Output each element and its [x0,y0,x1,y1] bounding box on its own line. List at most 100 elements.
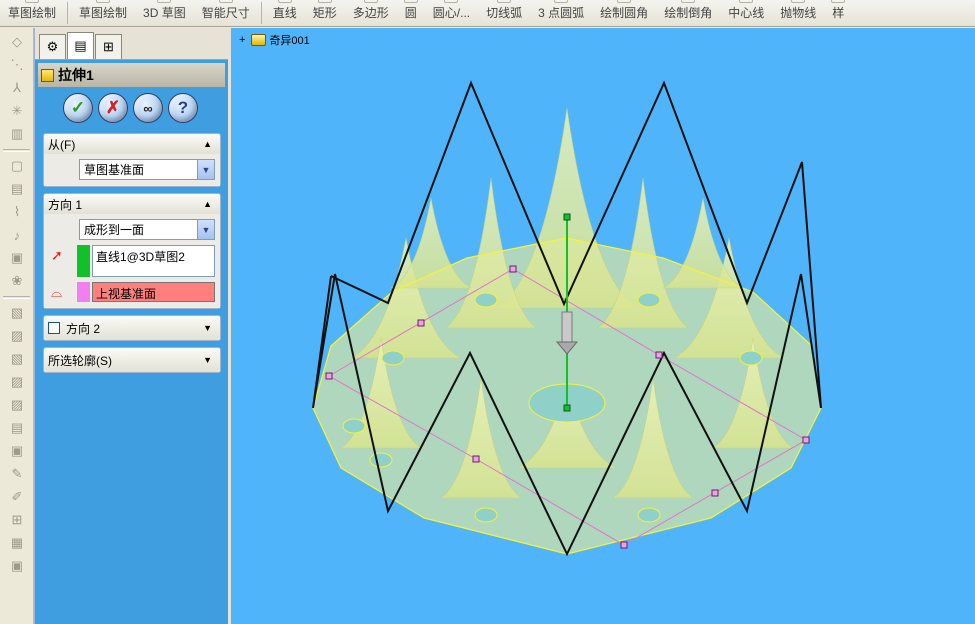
cancel-button[interactable]: ✗ [98,93,128,123]
feature-tool-icon[interactable]: ▨ [9,328,25,344]
feature-title-bar: 拉伸1 [38,63,225,87]
part-icon [251,34,267,46]
feature-tool-icon[interactable]: ✐ [9,489,25,505]
direction2-checkbox[interactable] [48,322,60,334]
from-group-header[interactable]: 从(F) ▲ [44,134,220,154]
feature-tool-icon[interactable]: ✳ [9,103,25,119]
tab-configuration-manager[interactable]: ⊞ [95,34,122,59]
drag-handle[interactable] [561,311,573,343]
feature-tool-icon[interactable]: ▥ [9,126,25,142]
toolbar-button[interactable]: 多边形 [345,0,397,26]
end-condition-value: 成形到一面 [84,223,145,237]
detailed-preview-button[interactable]: ∞ [133,93,163,123]
feature-tool-icon[interactable]: ▤ [9,181,25,197]
toolbar-label: 矩形 [312,6,337,20]
feature-tool-icon[interactable]: ▨ [9,397,25,413]
face-icon: ⌓ [51,284,63,300]
property-manager-icon: ▤ [74,38,87,53]
toolbar-button[interactable]: 绘制倒角 [656,0,720,26]
toolbar-button[interactable]: 中心线 [720,0,772,26]
feature-tool-icon[interactable]: ▨ [9,374,25,390]
face-reference-box[interactable]: 上视基准面 [92,282,215,302]
toolbar-button[interactable]: 3D 草图 [135,0,194,26]
sketch-point[interactable] [325,372,333,380]
expand-icon: ▼ [203,323,212,333]
toolbar-button[interactable]: 样 [824,0,852,26]
expand-icon: ▼ [203,355,212,365]
feature-tool-icon[interactable]: ✎ [9,466,25,482]
collapse-icon: ▲ [203,139,212,149]
feature-tool-icon[interactable]: ▤ [9,420,25,436]
direction1-group-header[interactable]: 方向 1 ▲ [44,194,220,214]
ok-button[interactable]: ✓ [63,93,93,123]
part-name: 奇异001 [269,35,310,47]
feature-tool-icon[interactable]: ▣ [9,443,25,459]
toolbar-button[interactable]: 切线弧 [478,0,530,26]
expand-plus-icon[interactable]: + [239,34,245,46]
tool-icon [831,0,846,3]
feature-tool-icon[interactable]: ◇ [9,34,25,50]
face-color-swatch [77,282,90,302]
surface-hole [637,507,661,523]
toolbar-button[interactable]: 3 点圆弧 [530,0,592,26]
chevron-down-icon: ▼ [197,220,214,239]
toolbar-button[interactable]: 草图绘制 [0,0,64,26]
direction-reference-row: ➚ 直线1@3D草图2 [49,245,215,277]
feature-tool-icon[interactable]: ▧ [9,305,25,321]
toolbar-label: 切线弧 [486,6,523,20]
toolbar-label: 圆 [404,6,417,20]
tool-icon [157,0,172,3]
feature-tool-icon[interactable]: ⅄ [9,80,25,96]
tree-node[interactable]: + 奇异001 [239,32,310,48]
from-select[interactable]: 草图基准面 ▼ [79,159,215,180]
toolbar-label: 绘制倒角 [664,6,713,20]
direction-reference-box[interactable]: 直线1@3D草图2 [92,245,215,277]
tool-icon [681,0,696,3]
sketch-point[interactable] [620,541,628,549]
tool-icon [317,0,332,3]
feature-tool-icon[interactable]: ▢ [9,158,25,174]
sketch-point[interactable] [472,455,480,463]
feature-tool-icon[interactable]: ⌇ [9,204,25,220]
toolbar-button[interactable]: 抛物线 [772,0,824,26]
toolbar-button[interactable]: 矩形 [305,0,345,26]
toolbar-separator [260,2,262,24]
graphics-viewport[interactable]: + 奇异001 [228,28,975,624]
end-condition-select[interactable]: 成形到一面 ▼ [79,219,215,240]
sketch-point[interactable] [711,489,719,497]
toolbar-button[interactable]: 智能尺寸 [194,0,258,26]
feature-tool-icon[interactable]: ❀ [9,273,25,289]
direction2-group-header[interactable]: 方向 2 ▼ [44,316,220,340]
toolbar-button[interactable]: 圆心/... [425,0,478,26]
toolbar-separator [67,2,69,24]
direction1-label: 方向 1 [48,197,83,212]
feature-tool-icon[interactable]: ▣ [9,250,25,266]
feature-tool-icon[interactable]: ▧ [9,351,25,367]
sketch-toolbar: 草图绘制 草图绘制 3D 草图 智能尺寸 直线 矩形 多边形 圆 圆心/... 切线弧 3 点圆弧 绘… [0,0,975,27]
feature-tool-icon[interactable]: ♪ [9,227,25,243]
feature-tool-icon[interactable]: ▦ [9,535,25,551]
help-button[interactable]: ? [168,93,198,123]
surface-hole [342,418,366,434]
toolbar-button[interactable]: 草图绘制 [71,0,135,26]
feature-tool-icon[interactable]: ▣ [9,558,25,574]
toolbar-button[interactable]: 绘制圆角 [592,0,656,26]
tab-property-manager[interactable]: ▤ [67,32,94,59]
toolbar-separator [3,296,30,299]
selected-contours-header[interactable]: 所选轮廓(S) ▼ [44,348,220,372]
toolbar-button[interactable]: 圆 [397,0,425,26]
extrude-icon [41,68,54,82]
toolbar-button[interactable]: 直线 [265,0,305,26]
toolbar-label: 中心线 [728,6,765,20]
surface-hole [381,350,405,366]
tab-feature-tree[interactable]: ⚙ [39,34,66,59]
feature-tool-icon[interactable]: ⊞ [9,512,25,528]
surface-hole [474,292,498,308]
model-view[interactable] [231,28,975,624]
sketch-point[interactable] [417,319,425,327]
tool-icon [96,0,111,3]
sketch-point[interactable] [802,436,810,444]
sketch-point[interactable] [509,265,517,273]
feature-tool-icon[interactable]: ⋱ [9,57,25,73]
sketch-point[interactable] [655,351,663,359]
